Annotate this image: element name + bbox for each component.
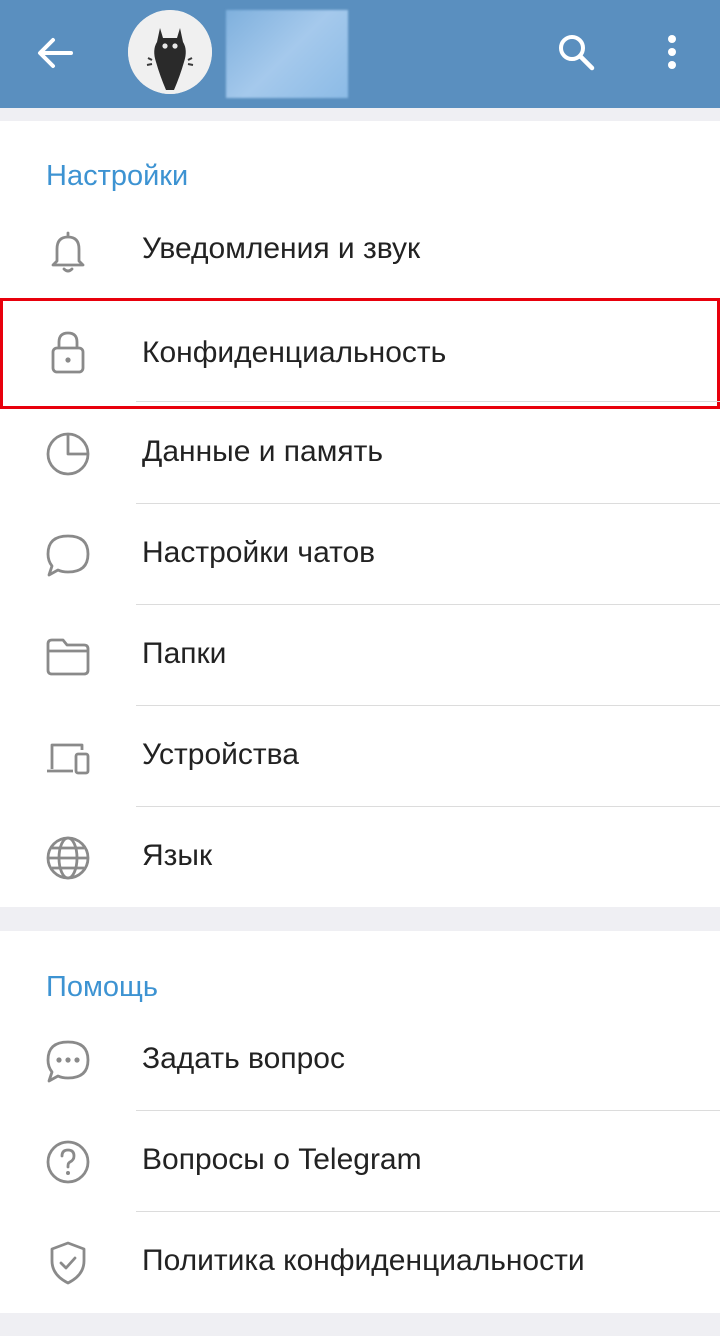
settings-item-folders[interactable]: Папки	[0, 605, 720, 706]
search-button[interactable]	[552, 28, 600, 76]
question-circle-icon	[44, 1138, 92, 1186]
settings-section: Настройки Уведомления и звук Конфиденциа…	[0, 121, 720, 907]
settings-section-title: Настройки	[46, 160, 189, 192]
help-item-privacy-policy[interactable]: Политика конфиденциальности	[0, 1212, 720, 1313]
help-item-ask-question[interactable]: Задать вопрос	[0, 1010, 720, 1111]
settings-item-label: Папки	[142, 637, 227, 670]
help-section-title: Помощь	[46, 971, 159, 1003]
settings-item-devices[interactable]: Устройства	[0, 706, 720, 807]
chat-dots-icon	[44, 1037, 92, 1085]
avatar[interactable]	[128, 10, 212, 94]
settings-item-label: Уведомления и звук	[142, 232, 421, 265]
row-divider	[136, 401, 720, 402]
settings-item-label: Данные и память	[142, 435, 383, 468]
settings-item-label: Конфиденциальность	[142, 336, 447, 369]
back-button[interactable]	[30, 30, 80, 76]
settings-item-label: Устройства	[142, 738, 299, 771]
settings-item-language[interactable]: Язык	[0, 807, 720, 908]
settings-item-data-storage[interactable]: Данные и память	[0, 403, 720, 504]
chat-bubble-icon	[44, 531, 92, 579]
settings-item-label: Язык	[142, 839, 213, 872]
settings-item-label: Настройки чатов	[142, 536, 376, 569]
folder-icon	[44, 632, 92, 680]
settings-item-privacy[interactable]: Конфиденциальность	[0, 298, 720, 409]
search-icon	[559, 35, 595, 71]
settings-item-chat-settings[interactable]: Настройки чатов	[0, 504, 720, 605]
bell-icon	[44, 227, 92, 275]
help-item-label: Вопросы о Telegram	[142, 1143, 422, 1176]
help-section: Помощь Задать вопрос Вопросы о Telegram	[0, 931, 720, 1313]
more-vertical-icon	[668, 35, 676, 69]
pie-chart-icon	[44, 430, 92, 478]
help-item-label: Политика конфиденциальности	[142, 1244, 585, 1277]
arrow-left-icon	[38, 38, 73, 68]
more-button[interactable]	[650, 28, 694, 76]
cat-avatar-icon	[128, 10, 212, 94]
help-item-telegram-faq[interactable]: Вопросы о Telegram	[0, 1111, 720, 1212]
profile-name-blurred	[226, 10, 348, 98]
help-item-label: Задать вопрос	[142, 1042, 345, 1075]
top-bar	[0, 0, 720, 108]
globe-icon	[44, 834, 92, 882]
shield-check-icon	[44, 1239, 92, 1287]
lock-icon	[44, 328, 92, 376]
settings-item-notifications[interactable]: Уведомления и звук	[0, 200, 720, 301]
devices-icon	[44, 733, 92, 781]
